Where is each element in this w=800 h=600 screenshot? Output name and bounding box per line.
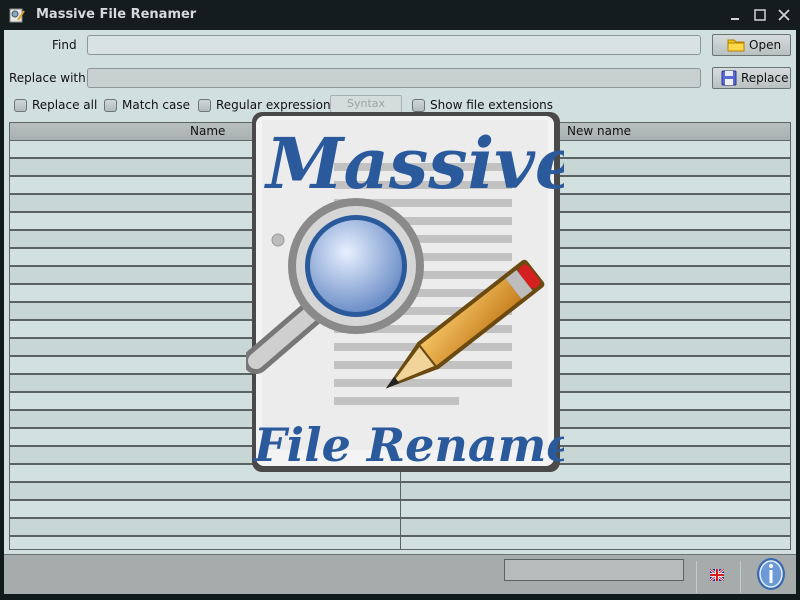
replace-button[interactable]: Replace	[712, 67, 791, 89]
progress-bar	[504, 559, 684, 581]
status-separator	[696, 561, 697, 593]
column-header-name[interactable]: Name	[190, 124, 225, 138]
logo-title-bottom: File Renamer	[252, 418, 564, 472]
close-icon	[778, 9, 790, 21]
checkbox-box[interactable]	[14, 98, 27, 112]
status-separator	[740, 561, 741, 593]
minimize-button[interactable]	[726, 6, 746, 24]
maximize-button[interactable]	[750, 6, 770, 24]
minimize-icon	[731, 18, 739, 20]
checkbox-box[interactable]	[198, 98, 211, 112]
save-icon	[721, 70, 737, 86]
replace-input[interactable]	[87, 68, 701, 88]
replace-all-checkbox[interactable]: Replace all	[14, 98, 97, 112]
app-icon	[9, 8, 25, 23]
logo-title-top: Massive	[264, 122, 564, 205]
find-label: Find	[52, 38, 77, 52]
close-button[interactable]	[774, 6, 794, 24]
info-icon[interactable]	[756, 557, 786, 591]
checkbox-box[interactable]	[104, 98, 117, 112]
replace-label: Replace with	[9, 71, 86, 85]
open-button[interactable]: Open	[712, 34, 791, 56]
match-case-checkbox[interactable]: Match case	[104, 98, 190, 112]
uk-flag-icon[interactable]	[710, 569, 724, 581]
title-bar: Massive File Renamer	[0, 0, 800, 30]
window-title: Massive File Renamer	[36, 7, 197, 22]
folder-icon	[727, 39, 745, 52]
column-header-new-name[interactable]: New name	[567, 124, 631, 138]
maximize-icon	[754, 9, 766, 21]
splash-logo: Massive File Renamer	[246, 112, 564, 472]
status-bar	[4, 554, 796, 594]
find-input[interactable]	[87, 35, 701, 55]
